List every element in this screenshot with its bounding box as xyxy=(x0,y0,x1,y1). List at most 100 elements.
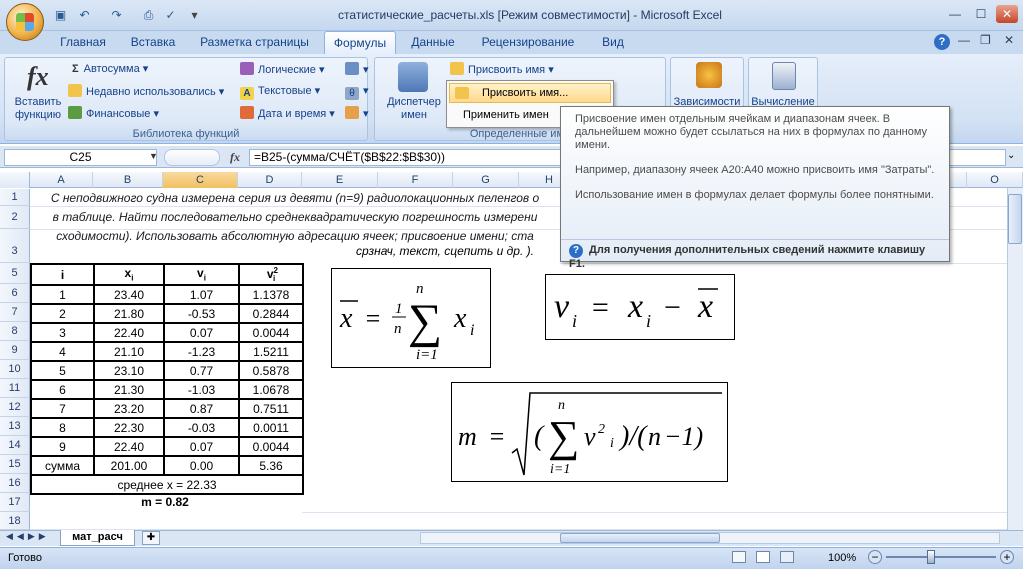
vertical-scroll-thumb[interactable] xyxy=(1008,194,1022,244)
header-i[interactable]: i xyxy=(30,263,95,286)
cell-a12[interactable]: 7 xyxy=(30,398,95,419)
cell-a8[interactable]: 3 xyxy=(30,322,95,343)
cell-c6[interactable]: 1.07 xyxy=(163,284,240,305)
zoom-slider[interactable] xyxy=(886,556,996,558)
tab-home[interactable]: Главная xyxy=(52,31,114,54)
row-header-8[interactable]: 8 xyxy=(0,322,30,341)
office-button[interactable] xyxy=(6,3,44,41)
cell-d11[interactable]: 1.0678 xyxy=(238,379,304,400)
name-box[interactable]: C25 xyxy=(4,149,157,166)
math-button[interactable]: θ ▾ xyxy=(345,84,369,100)
cell-a7[interactable]: 2 xyxy=(30,303,95,324)
mean-formula-image[interactable]: x = 1 n n ∑ i=1 x i xyxy=(331,268,491,368)
cell-a13[interactable]: 8 xyxy=(30,417,95,438)
row-header-13[interactable]: 13 xyxy=(0,417,30,436)
redo-icon[interactable]: ↷ xyxy=(108,7,125,23)
cell-a14[interactable]: 9 xyxy=(30,436,95,457)
select-all-corner[interactable] xyxy=(0,172,30,188)
cell-c11[interactable]: -1.03 xyxy=(163,379,240,400)
deviation-formula-image[interactable]: v i = x i − x xyxy=(545,274,735,340)
cell-b13[interactable]: 22.30 xyxy=(93,417,165,438)
cell-d12[interactable]: 0.7511 xyxy=(238,398,304,419)
col-header-g[interactable]: G xyxy=(453,172,519,188)
datetime-button[interactable]: Дата и время ▾ xyxy=(240,106,335,120)
row-header-1[interactable]: 1 xyxy=(0,189,30,206)
row-header-7[interactable]: 7 xyxy=(0,303,30,322)
cell-d14[interactable]: 0.0044 xyxy=(238,436,304,457)
cell-a6[interactable]: 1 xyxy=(30,284,95,305)
cell-c13[interactable]: -0.03 xyxy=(163,417,240,438)
cell-d9[interactable]: 1.5211 xyxy=(238,341,304,362)
assign-name-button[interactable]: Присвоить имя ▾ xyxy=(450,62,554,76)
cell-c9[interactable]: -1.23 xyxy=(163,341,240,362)
cell-c7[interactable]: -0.53 xyxy=(163,303,240,324)
dependencies-icon[interactable] xyxy=(696,62,722,88)
row-header-3[interactable]: 3 xyxy=(0,229,30,263)
cell-d13[interactable]: 0.0011 xyxy=(238,417,304,438)
col-header-b[interactable]: B xyxy=(93,172,163,188)
cell-a11[interactable]: 6 xyxy=(30,379,95,400)
header-x[interactable]: xi xyxy=(93,263,165,286)
cell-c12[interactable]: 0.87 xyxy=(163,398,240,419)
row-header-9[interactable]: 9 xyxy=(0,341,30,360)
tab-data[interactable]: Данные xyxy=(402,31,464,54)
spelling-icon[interactable]: ✓ xyxy=(162,7,179,23)
cell-b6[interactable]: 23.40 xyxy=(93,284,165,305)
insert-function-button[interactable]: Вставить функцию xyxy=(12,96,64,122)
cell-c10[interactable]: 0.77 xyxy=(163,360,240,381)
row-header-12[interactable]: 12 xyxy=(0,398,30,417)
cell-d7[interactable]: 0.2844 xyxy=(238,303,304,324)
menu-item-assign-name[interactable]: Присвоить имя... xyxy=(449,83,611,103)
ribbon-close-icon[interactable]: ✕ xyxy=(1004,33,1014,47)
row-header-16[interactable]: 16 xyxy=(0,474,30,493)
calculator-icon[interactable] xyxy=(772,62,796,90)
zoom-slider-thumb[interactable] xyxy=(927,550,935,564)
cell-d15[interactable]: 5.36 xyxy=(238,455,304,476)
cell-d8[interactable]: 0.0044 xyxy=(238,322,304,343)
financial-button[interactable]: Финансовые ▾ xyxy=(68,106,159,120)
insert-sheet-icon[interactable]: ✚ xyxy=(142,531,160,545)
tab-review[interactable]: Рецензирование xyxy=(472,31,584,54)
insert-function-icon[interactable]: fx xyxy=(27,62,49,92)
recent-functions-button[interactable]: Недавно использовались ▾ xyxy=(68,84,224,98)
ribbon-minimize-icon[interactable]: — xyxy=(958,33,970,47)
row-header-11[interactable]: 11 xyxy=(0,379,30,398)
row-header-14[interactable]: 14 xyxy=(0,436,30,455)
cell-b7[interactable]: 21.80 xyxy=(93,303,165,324)
col-header-c[interactable]: C xyxy=(163,172,238,188)
cell-b11[interactable]: 21.30 xyxy=(93,379,165,400)
cell-c15[interactable]: 0.00 xyxy=(163,455,240,476)
formula-fx-icon[interactable]: fx xyxy=(230,150,240,165)
tab-insert[interactable]: Вставка xyxy=(122,31,184,54)
col-header-d[interactable]: D xyxy=(238,172,302,188)
horizontal-scroll-thumb[interactable] xyxy=(560,533,720,543)
undo-icon[interactable]: ↶ xyxy=(76,7,93,23)
ribbon-restore-icon[interactable]: ❐ xyxy=(980,33,991,47)
sheet-nav-arrows-icon[interactable]: ◀◀▶▶ xyxy=(6,531,50,542)
zoom-out-icon[interactable]: − xyxy=(868,550,882,564)
help-icon[interactable]: ? xyxy=(934,34,950,50)
col-header-o[interactable]: O xyxy=(967,172,1023,188)
autosum-button[interactable]: Σ Автосумма ▾ xyxy=(72,62,148,75)
logical-button[interactable]: Логические ▾ xyxy=(240,62,325,76)
tab-view[interactable]: Вид xyxy=(590,31,636,54)
cell-b14[interactable]: 22.40 xyxy=(93,436,165,457)
row-header-17[interactable]: 17 xyxy=(0,493,30,512)
formula-expand-icon[interactable]: ⌄ xyxy=(1007,150,1015,161)
lookup-button[interactable]: ▾ xyxy=(345,62,369,76)
m-result[interactable]: m = 0.82 xyxy=(30,495,300,509)
close-icon[interactable]: ✕ xyxy=(996,5,1018,23)
formula-bar-splitter[interactable] xyxy=(164,149,220,166)
tab-formulas[interactable]: Формулы xyxy=(324,31,396,54)
row-header-18[interactable]: 18 xyxy=(0,512,30,530)
col-header-e[interactable]: E xyxy=(302,172,378,188)
page-layout-view-icon[interactable] xyxy=(756,551,770,563)
name-box-dropdown-icon[interactable]: ▼ xyxy=(149,151,158,161)
text-button[interactable]: A Текстовые ▾ xyxy=(240,84,320,100)
header-v[interactable]: vi xyxy=(163,263,240,286)
cell-b10[interactable]: 23.10 xyxy=(93,360,165,381)
cell-c14[interactable]: 0.07 xyxy=(163,436,240,457)
cell-b9[interactable]: 21.10 xyxy=(93,341,165,362)
name-manager-button[interactable]: Диспетчер имен xyxy=(384,96,444,122)
sheet-tab-mat-rasch[interactable]: мат_расч xyxy=(60,530,135,546)
